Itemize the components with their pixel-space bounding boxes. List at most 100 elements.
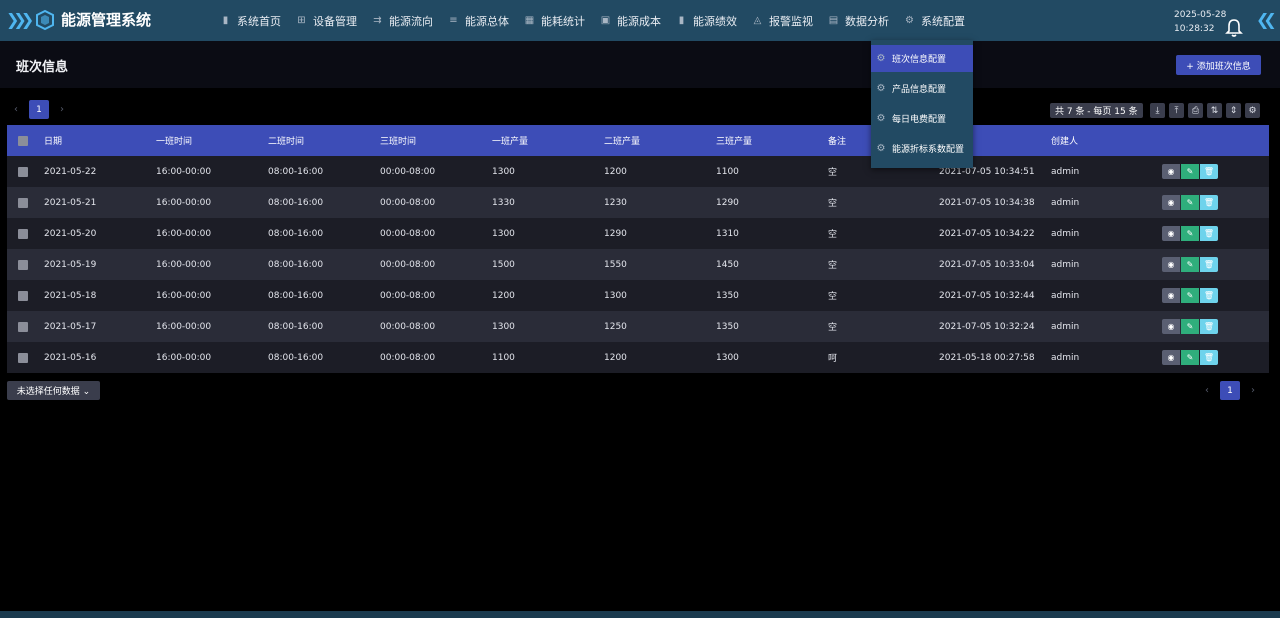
table-cell: 00:00-08:00: [380, 197, 436, 208]
pencil-icon[interactable]: ✎: [1181, 257, 1199, 272]
eye-icon[interactable]: ◉: [1162, 195, 1180, 210]
row-checkbox[interactable]: [18, 198, 28, 208]
next-page-icon[interactable]: ›: [54, 100, 70, 119]
row-checkbox[interactable]: [18, 229, 28, 239]
eye-icon[interactable]: ◉: [1162, 257, 1180, 272]
nav-item-6[interactable]: ▮ 能源绩效: [676, 13, 737, 29]
table-cell: 空: [828, 230, 838, 240]
app-title: 能源管理系统: [61, 11, 152, 29]
page-number[interactable]: 1: [1220, 381, 1240, 400]
table-cell: 08:00-16:00: [268, 197, 324, 208]
row-checkbox[interactable]: [18, 167, 28, 177]
pencil-icon[interactable]: ✎: [1181, 319, 1199, 334]
table-row[interactable]: 2021-05-17 16:00-00:00 08:00-16:00 00:00-08…: [7, 311, 1269, 342]
nav-item-8[interactable]: ▤ 数据分析: [828, 13, 889, 29]
trash-icon[interactable]: 🗑: [1200, 319, 1218, 334]
pencil-icon[interactable]: ✎: [1181, 226, 1199, 241]
nav-item-5[interactable]: ▣ 能源成本: [600, 13, 661, 29]
nav-item-4[interactable]: ▦ 能耗统计: [524, 13, 585, 29]
pencil-icon[interactable]: ✎: [1181, 350, 1199, 365]
table-row[interactable]: 2021-05-16 16:00-00:00 08:00-16:00 00:00-08…: [7, 342, 1269, 373]
table-cell: 16:00-00:00: [156, 290, 212, 301]
prev-page-icon[interactable]: ‹: [1199, 381, 1215, 400]
column-height-icon[interactable]: ⇕: [1226, 103, 1241, 118]
nav-item-label: 报警监视: [769, 14, 813, 28]
table-cell: 1200: [604, 352, 627, 363]
column-header[interactable]: 一班时间: [156, 125, 192, 156]
table-cell: 2021-05-22: [44, 166, 97, 177]
table-row[interactable]: 2021-05-21 16:00-00:00 08:00-16:00 00:00-08…: [7, 187, 1269, 218]
add-shift-button[interactable]: + 添加班次信息: [1176, 55, 1261, 75]
pencil-icon[interactable]: ✎: [1181, 288, 1199, 303]
table-toolbar: ⤓ ⤒ ⎙ ⇅ ⇕ ⚙: [1150, 103, 1264, 118]
trash-icon[interactable]: 🗑: [1200, 226, 1218, 241]
row-checkbox[interactable]: [18, 291, 28, 301]
trash-icon[interactable]: 🗑: [1200, 257, 1218, 272]
page-number[interactable]: 1: [29, 100, 49, 119]
column-header[interactable]: 创建人: [1051, 125, 1078, 156]
pencil-icon[interactable]: ✎: [1181, 195, 1199, 210]
eye-icon[interactable]: ◉: [1162, 350, 1180, 365]
dropdown-item-3[interactable]: ⚙ 能源折标系数配置: [871, 135, 973, 162]
table-row[interactable]: 2021-05-19 16:00-00:00 08:00-16:00 00:00-08…: [7, 249, 1269, 280]
nav-item-9[interactable]: ⚙ 系统配置: [904, 13, 965, 29]
nav-item-1[interactable]: ⊞ 设备管理: [296, 13, 357, 29]
table-cell: admin: [1051, 259, 1080, 270]
eye-icon[interactable]: ◉: [1162, 226, 1180, 241]
row-checkbox[interactable]: [18, 322, 28, 332]
column-header[interactable]: 日期: [44, 125, 62, 156]
select-all-checkbox[interactable]: [18, 136, 28, 146]
table-cell: 1350: [716, 290, 739, 301]
column-header[interactable]: 二班产量: [604, 125, 640, 156]
pagination-bottom: ‹ 1 ›: [1199, 381, 1261, 400]
eye-icon[interactable]: ◉: [1162, 288, 1180, 303]
dropdown-item-0[interactable]: ⚙ 班次信息配置: [871, 45, 973, 72]
nav-item-7[interactable]: ◬ 报警监视: [752, 13, 813, 29]
nav-item-0[interactable]: ▮ 系统首页: [220, 13, 281, 29]
dropdown-item-1[interactable]: ⚙ 产品信息配置: [871, 75, 973, 102]
sort-icon[interactable]: ⇅: [1207, 103, 1222, 118]
table-cell: 1200: [604, 166, 627, 177]
bell-icon[interactable]: [1224, 18, 1244, 38]
table-cell: 1100: [492, 352, 515, 363]
table-cell: 1200: [492, 290, 515, 301]
table-cell: 16:00-00:00: [156, 197, 212, 208]
bottom-bar: [0, 611, 1280, 618]
row-checkbox[interactable]: [18, 260, 28, 270]
nav-item-3[interactable]: ≡ 能源总体: [448, 13, 509, 29]
table-cell: 16:00-00:00: [156, 321, 212, 332]
trash-icon[interactable]: 🗑: [1200, 164, 1218, 179]
row-checkbox[interactable]: [18, 353, 28, 363]
trash-icon[interactable]: 🗑: [1200, 350, 1218, 365]
print-icon[interactable]: ⎙: [1188, 103, 1203, 118]
table-row[interactable]: 2021-05-20 16:00-00:00 08:00-16:00 00:00-08…: [7, 218, 1269, 249]
table-cell: 2021-05-17: [44, 321, 97, 332]
table-row[interactable]: 2021-05-18 16:00-00:00 08:00-16:00 00:00-08…: [7, 280, 1269, 311]
dropdown-item-label: 产品信息配置: [892, 85, 947, 95]
row-actions: ◉ ✎ 🗑: [1162, 319, 1218, 334]
column-header[interactable]: 备注: [828, 125, 846, 156]
table-row[interactable]: 2021-05-22 16:00-00:00 08:00-16:00 00:00-08…: [7, 156, 1269, 187]
dropdown-item-label: 每日电费配置: [892, 115, 947, 125]
pencil-icon[interactable]: ✎: [1181, 164, 1199, 179]
import-icon[interactable]: ⤓: [1150, 103, 1165, 118]
column-header[interactable]: 三班时间: [380, 125, 416, 156]
selection-dropdown[interactable]: 未选择任何数据 ⌄: [7, 381, 100, 400]
nav-item-2[interactable]: ⇉ 能源流向: [372, 13, 433, 29]
settings-icon[interactable]: ⚙: [1245, 103, 1260, 118]
next-page-icon[interactable]: ›: [1245, 381, 1261, 400]
dropdown-item-2[interactable]: ⚙ 每日电费配置: [871, 105, 973, 132]
table-cell: 1310: [716, 228, 739, 239]
column-header[interactable]: 一班产量: [492, 125, 528, 156]
main-nav: ▮ 系统首页 ⊞ 设备管理 ⇉ 能源流向 ≡ 能源总体 ▦ 能耗统计 ▣ 能源成本 ▮ 能源绩效 ◬ 报警监视…: [220, 0, 980, 41]
eye-icon[interactable]: ◉: [1162, 319, 1180, 334]
column-header[interactable]: 三班产量: [716, 125, 752, 156]
eye-icon[interactable]: ◉: [1162, 164, 1180, 179]
export-icon[interactable]: ⤒: [1169, 103, 1184, 118]
analysis-icon: ▤: [828, 15, 839, 26]
trash-icon[interactable]: 🗑: [1200, 288, 1218, 303]
table-cell: 16:00-00:00: [156, 166, 212, 177]
trash-icon[interactable]: 🗑: [1200, 195, 1218, 210]
column-header[interactable]: 二班时间: [268, 125, 304, 156]
prev-page-icon[interactable]: ‹: [8, 100, 24, 119]
